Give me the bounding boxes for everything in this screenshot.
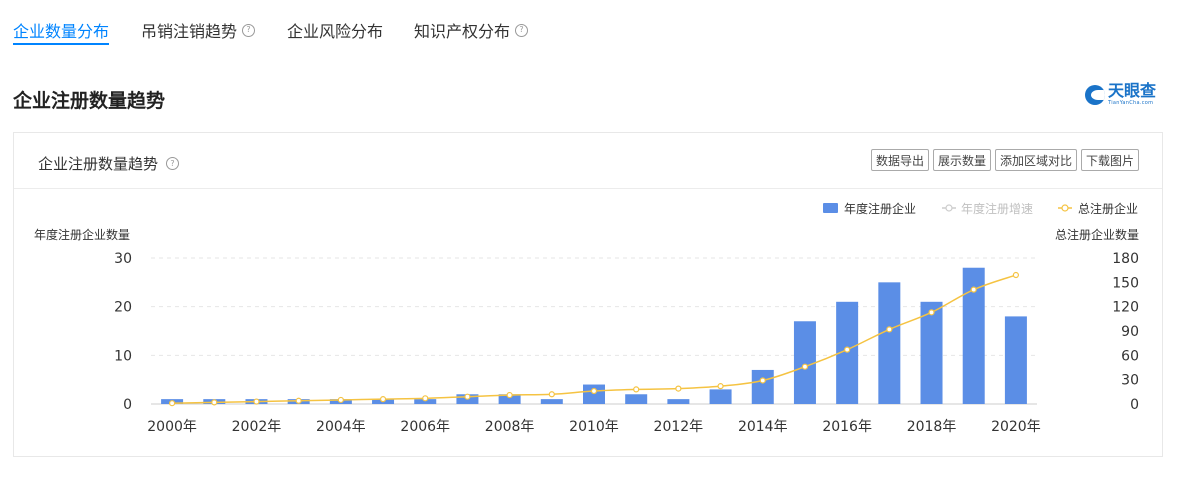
x-tick-label: 2002年	[232, 419, 282, 435]
y-tick-label-left: 20	[114, 300, 132, 316]
bar-series	[161, 267, 1027, 404]
legend-swatch	[823, 203, 838, 213]
y-tick-label-right: 30	[1121, 373, 1139, 389]
tab-ip-distribution[interactable]: 知识产权分布 ?	[414, 18, 529, 42]
tab-risk-distribution[interactable]: 企业风险分布	[287, 18, 383, 42]
x-tick-label: 2006年	[400, 419, 450, 435]
line-point[interactable]	[295, 397, 302, 404]
tab-label: 吊销注销趋势	[141, 22, 238, 41]
legend-item-bar[interactable]: 年度注册企业	[823, 201, 916, 216]
y-tick-label-right: 0	[1130, 397, 1139, 413]
y-tick-label-right: 60	[1121, 348, 1139, 364]
legend-item-growth[interactable]: 年度注册增速	[942, 201, 1033, 216]
legend-swatch	[1061, 204, 1069, 212]
tab-label: 企业风险分布	[287, 22, 384, 41]
help-icon[interactable]: ?	[515, 23, 529, 37]
bar[interactable]	[583, 384, 605, 404]
legend-label: 总注册企业	[1078, 201, 1138, 216]
y-ticks: 0 10 20 30 0 30 60 90 120 150 180	[114, 251, 1139, 413]
bar[interactable]	[667, 399, 690, 404]
x-tick-label: 2000年	[147, 419, 197, 435]
line-point[interactable]	[211, 399, 218, 406]
tab-label: 知识产权分布	[414, 22, 511, 41]
x-tick-label: 2008年	[485, 419, 535, 435]
y-tick-label-right: 90	[1121, 324, 1139, 340]
y-axis-left-label: 年度注册企业数量	[34, 227, 130, 242]
line-point[interactable]	[337, 396, 344, 404]
line-point[interactable]	[253, 398, 260, 405]
line-point[interactable]	[970, 286, 977, 293]
x-tick-label: 2014年	[738, 419, 788, 435]
y-tick-label-right: 120	[1112, 300, 1139, 316]
line-point[interactable]	[379, 396, 387, 403]
x-tick-label: 2010年	[569, 419, 619, 435]
legend-label: 年度注册企业	[844, 201, 916, 216]
line-point[interactable]	[633, 386, 640, 393]
y-tick-label-left: 10	[114, 348, 132, 364]
bar[interactable]	[540, 399, 563, 404]
logo-text: 天眼查	[1108, 81, 1157, 100]
legend-label: 年度注册增速	[961, 201, 1033, 216]
line-point[interactable]	[675, 385, 682, 392]
logo-icon	[1085, 84, 1105, 105]
help-icon[interactable]: ?	[242, 23, 256, 37]
line-point[interactable]	[928, 309, 935, 316]
bar[interactable]	[878, 282, 901, 404]
line-point[interactable]	[590, 387, 598, 395]
line-point[interactable]	[548, 391, 555, 398]
logo-subtext: TianYanCha.com	[1108, 100, 1154, 106]
line-point[interactable]	[506, 391, 513, 399]
tab-enterprise-distribution[interactable]: 企业数量分布	[13, 18, 109, 42]
x-tick-label: 2012年	[654, 419, 704, 435]
y-axis-right-label: 总注册企业数量	[1055, 227, 1139, 242]
x-tick-label: 2004年	[316, 419, 366, 435]
line-point[interactable]	[844, 346, 851, 353]
section-title: 企业注册数量趋势	[13, 90, 166, 112]
y-tick-label-left: 30	[114, 251, 132, 267]
grid-lines	[151, 257, 1037, 405]
x-tick-label: 2020年	[991, 419, 1041, 435]
line-point[interactable]	[886, 326, 893, 333]
y-tick-label-right: 180	[1112, 251, 1139, 267]
y-tick-label-right: 150	[1112, 275, 1139, 291]
x-tick-label: 2018年	[907, 419, 957, 435]
chart-legend: 年度注册企业 年度注册增速 总注册企业	[823, 201, 1138, 216]
line-point[interactable]	[1012, 271, 1020, 279]
bar[interactable]	[751, 369, 774, 404]
line-point[interactable]	[422, 395, 429, 402]
line-point[interactable]	[759, 377, 766, 384]
y-tick-label-left: 0	[123, 397, 132, 413]
bar[interactable]	[1004, 316, 1027, 404]
tianyancha-logo: 天眼查 TianYanCha.com	[1085, 82, 1156, 107]
bar[interactable]	[793, 321, 816, 404]
legend-item-total[interactable]: 总注册企业	[1058, 201, 1138, 216]
x-ticks: 2000年 2002年 2004年 2006年 2008年 2010年 2012年 2014年…	[147, 419, 1040, 435]
line-point[interactable]	[168, 400, 176, 407]
bar[interactable]	[920, 301, 943, 404]
line-point[interactable]	[717, 383, 724, 390]
tab-bar: 企业数量分布 吊销注销趋势 ? 企业风险分布 知识产权分布 ?	[0, 0, 1179, 50]
legend-swatch	[945, 204, 953, 212]
tab-label: 企业数量分布	[13, 22, 110, 41]
line-point[interactable]	[464, 393, 471, 400]
bar[interactable]	[625, 394, 648, 404]
active-tab-underline	[13, 43, 109, 45]
chart-card: 企业注册数量趋势 ? 数据导出 展示数量 添加区域对比 下载图片 年度注册企业年…	[13, 132, 1163, 457]
bar[interactable]	[709, 389, 732, 404]
x-tick-label: 2016年	[822, 419, 872, 435]
line-point[interactable]	[801, 363, 809, 370]
tab-revocation-trend[interactable]: 吊销注销趋势 ?	[141, 18, 256, 42]
registration-trend-chart: 年度注册企业 年度注册增速 总注册企业 年度注册企业数量 总注册企业数量 0 10 20…	[34, 201, 1139, 435]
